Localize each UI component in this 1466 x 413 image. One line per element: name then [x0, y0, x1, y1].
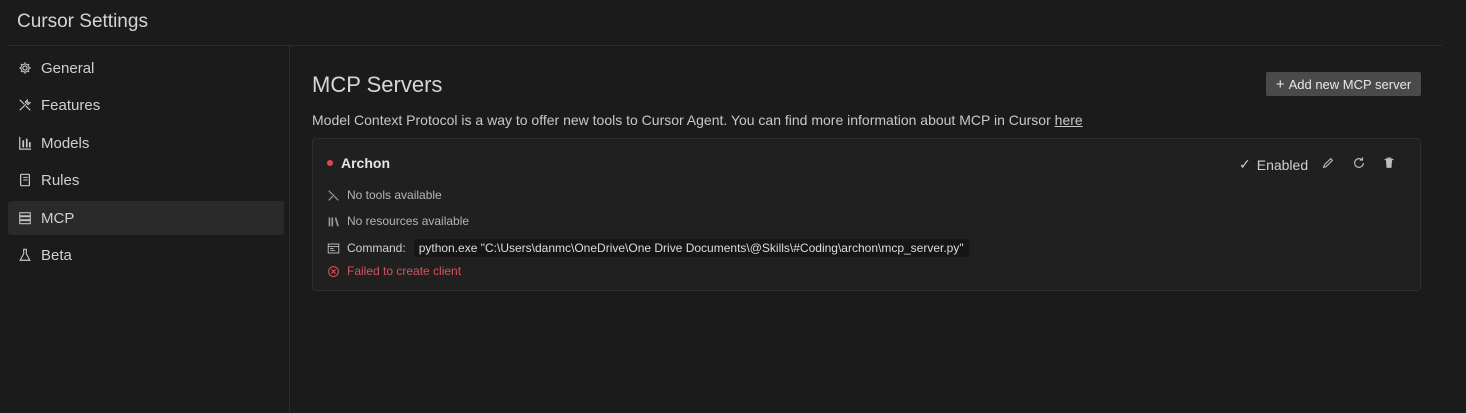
terminal-window-icon — [327, 242, 340, 255]
resources-status: No resources available — [327, 214, 469, 228]
checkmark-icon: ✓ — [1239, 156, 1251, 172]
enabled-toggle[interactable]: ✓ Enabled — [1239, 156, 1308, 173]
edit-icon[interactable] — [1320, 155, 1336, 171]
error-message: Failed to create client — [327, 264, 461, 278]
command-label: Command: — [347, 241, 406, 255]
flask-icon — [18, 248, 32, 262]
mcp-server-card: Archon ✓ Enabled No tools available No r… — [312, 138, 1421, 291]
add-mcp-server-button[interactable]: + Add new MCP server — [1266, 72, 1421, 96]
sidebar-item-beta[interactable]: Beta — [8, 238, 284, 272]
main-panel: MCP Servers + Add new MCP server Model C… — [290, 46, 1466, 413]
trash-icon[interactable] — [1381, 155, 1397, 171]
plus-icon: + — [1275, 75, 1285, 93]
page-title: MCP Servers — [312, 72, 443, 97]
library-icon — [327, 215, 340, 228]
error-text: Failed to create client — [347, 264, 462, 278]
description-text: Model Context Protocol is a way to offer… — [312, 112, 1051, 128]
tools-icon — [18, 98, 32, 112]
sidebar-item-label: MCP — [41, 209, 75, 227]
sidebar-item-general[interactable]: General — [8, 51, 284, 85]
sidebar-item-label: Rules — [41, 171, 80, 189]
more-info-link[interactable]: here — [1055, 112, 1083, 128]
sidebar-item-features[interactable]: Features — [8, 88, 284, 122]
gear-icon — [18, 61, 32, 75]
add-mcp-server-label: Add new MCP server — [1288, 76, 1412, 92]
refresh-icon[interactable] — [1351, 155, 1367, 171]
command-row: Command: python.exe "C:\Users\danmc\OneD… — [327, 239, 969, 257]
sidebar-item-label: General — [41, 59, 95, 77]
resources-status-text: No resources available — [347, 214, 470, 228]
enabled-label: Enabled — [1256, 156, 1309, 173]
sidebar-item-label: Models — [41, 134, 90, 152]
sidebar-item-rules[interactable]: Rules — [8, 163, 284, 197]
bar-chart-icon — [18, 136, 32, 150]
sidebar-item-mcp[interactable]: MCP — [8, 201, 284, 235]
sidebar-item-label: Beta — [41, 246, 72, 264]
settings-header: Cursor Settings — [0, 0, 1466, 46]
sidebar: General Features Models Rules MCP Beta — [0, 46, 290, 413]
status-dot-icon — [327, 160, 333, 166]
server-icon — [18, 211, 32, 225]
page-description: Model Context Protocol is a way to offer… — [312, 112, 1083, 128]
sidebar-item-models[interactable]: Models — [8, 126, 284, 160]
server-name: Archon — [341, 155, 390, 171]
notebook-icon — [18, 173, 32, 187]
tools-status: No tools available — [327, 188, 442, 202]
tools-status-text: No tools available — [347, 188, 442, 202]
sidebar-item-label: Features — [41, 96, 101, 114]
tools-icon — [327, 189, 340, 202]
settings-title: Cursor Settings — [17, 11, 148, 32]
command-value: python.exe "C:\Users\danmc\OneDrive\One … — [413, 239, 969, 257]
error-circle-icon — [327, 265, 340, 278]
